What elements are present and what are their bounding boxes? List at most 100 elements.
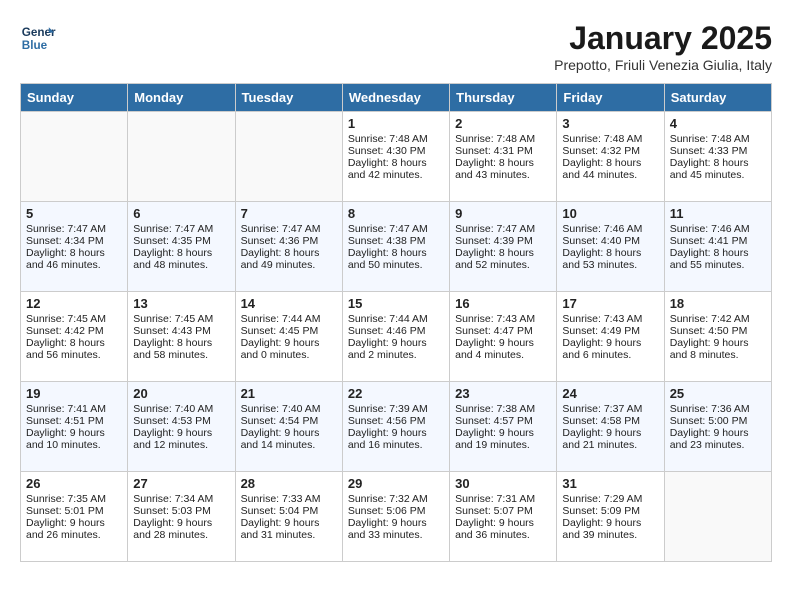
calendar-week-4: 19 Sunrise: 7:41 AMSunset: 4:51 PM Dayligh…	[21, 382, 772, 472]
calendar-cell: 21Sunrise: 7:40 AMSunset: 4:54 PMDayligh…	[235, 382, 342, 472]
day-info: Sunrise: 7:48 AM	[455, 133, 551, 145]
calendar-cell: 3Sunrise: 7:48 AMSunset: 4:32 PMDaylight…	[557, 112, 664, 202]
day-number: 4	[670, 116, 766, 131]
calendar-cell: 31Sunrise: 7:29 AMSunset: 5:09 PMDayligh…	[557, 472, 664, 562]
location: Prepotto, Friuli Venezia Giulia, Italy	[554, 57, 772, 73]
calendar-week-5: 26Sunrise: 7:35 AMSunset: 5:01 PMDayligh…	[21, 472, 772, 562]
day-number: 8	[348, 206, 444, 221]
day-info: Sunrise: 7:48 AM	[348, 133, 444, 145]
day-info: Sunset: 4:50 PM	[670, 325, 766, 337]
calendar-cell: 24Sunrise: 7:37 AMSunset: 4:58 PMDayligh…	[557, 382, 664, 472]
day-info: Sunrise: 7:38 AM	[455, 403, 551, 415]
calendar-cell: 17Sunrise: 7:43 AMSunset: 4:49 PMDayligh…	[557, 292, 664, 382]
calendar-cell: 29Sunrise: 7:32 AMSunset: 5:06 PMDayligh…	[342, 472, 449, 562]
day-info: Daylight: 8 hours and 56 minutes.	[26, 337, 122, 361]
day-info: Sunrise: 7:31 AM	[455, 493, 551, 505]
calendar-cell: 16Sunrise: 7:43 AMSunset: 4:47 PMDayligh…	[450, 292, 557, 382]
day-info: Daylight: 8 hours and 48 minutes.	[133, 247, 229, 271]
calendar-cell: 15Sunrise: 7:44 AMSunset: 4:46 PMDayligh…	[342, 292, 449, 382]
header-row: SundayMondayTuesdayWednesdayThursdayFrid…	[21, 84, 772, 112]
calendar-cell: 5Sunrise: 7:47 AMSunset: 4:34 PMDaylight…	[21, 202, 128, 292]
day-info: Sunrise: 7:32 AM	[348, 493, 444, 505]
day-info: Sunrise: 7:42 AM	[670, 313, 766, 325]
day-info: Sunrise: 7:37 AM	[562, 403, 658, 415]
calendar-cell: 1Sunrise: 7:48 AMSunset: 4:30 PMDaylight…	[342, 112, 449, 202]
header-cell-sunday: Sunday	[21, 84, 128, 112]
calendar-cell	[235, 112, 342, 202]
day-info: Sunset: 5:06 PM	[348, 505, 444, 517]
calendar-cell: 9Sunrise: 7:47 AMSunset: 4:39 PMDaylight…	[450, 202, 557, 292]
day-number: 16	[455, 296, 551, 311]
svg-text:General: General	[22, 26, 56, 39]
day-number: 11	[670, 206, 766, 221]
day-info: Sunset: 5:07 PM	[455, 505, 551, 517]
day-info: Sunset: 4:45 PM	[241, 325, 337, 337]
day-number: 12	[26, 296, 122, 311]
day-info: Sunrise: 7:39 AM	[348, 403, 444, 415]
day-info: Daylight: 9 hours and 19 minutes.	[455, 427, 551, 451]
day-info: Sunrise: 7:47 AM	[455, 223, 551, 235]
day-info: Sunrise: 7:45 AM	[26, 313, 122, 325]
day-info: Sunset: 4:46 PM	[348, 325, 444, 337]
title-block: January 2025 Prepotto, Friuli Venezia Gi…	[554, 20, 772, 73]
day-info: Sunset: 5:01 PM	[26, 505, 122, 517]
day-info: Sunset: 4:47 PM	[455, 325, 551, 337]
day-info: Sunrise: 7:29 AM	[562, 493, 658, 505]
day-number: 1	[348, 116, 444, 131]
header-cell-wednesday: Wednesday	[342, 84, 449, 112]
day-number: 9	[455, 206, 551, 221]
day-info: Sunset: 4:51 PM	[26, 415, 122, 427]
logo-icon: General Blue	[20, 20, 56, 56]
day-info: Daylight: 9 hours and 0 minutes.	[241, 337, 337, 361]
day-number: 30	[455, 476, 551, 491]
day-info: Daylight: 9 hours and 23 minutes.	[670, 427, 766, 451]
day-info: Sunset: 4:33 PM	[670, 145, 766, 157]
day-number: 25	[670, 386, 766, 401]
calendar-cell: 11Sunrise: 7:46 AMSunset: 4:41 PMDayligh…	[664, 202, 771, 292]
day-info: Sunset: 4:43 PM	[133, 325, 229, 337]
day-info: Daylight: 8 hours and 55 minutes.	[670, 247, 766, 271]
calendar-cell: 27Sunrise: 7:34 AMSunset: 5:03 PMDayligh…	[128, 472, 235, 562]
day-number: 6	[133, 206, 229, 221]
day-number: 18	[670, 296, 766, 311]
calendar-cell: 4Sunrise: 7:48 AMSunset: 4:33 PMDaylight…	[664, 112, 771, 202]
day-number: 29	[348, 476, 444, 491]
calendar-cell: 6Sunrise: 7:47 AMSunset: 4:35 PMDaylight…	[128, 202, 235, 292]
day-info: Daylight: 9 hours and 21 minutes.	[562, 427, 658, 451]
day-info: Sunrise: 7:47 AM	[26, 223, 122, 235]
day-info: Daylight: 9 hours and 4 minutes.	[455, 337, 551, 361]
calendar-cell: 13Sunrise: 7:45 AMSunset: 4:43 PMDayligh…	[128, 292, 235, 382]
day-number: 21	[241, 386, 337, 401]
day-info: Daylight: 9 hours and 36 minutes.	[455, 517, 551, 541]
header-cell-thursday: Thursday	[450, 84, 557, 112]
day-info: Sunset: 4:53 PM	[133, 415, 229, 427]
day-number: 7	[241, 206, 337, 221]
day-info: Daylight: 8 hours and 50 minutes.	[348, 247, 444, 271]
day-info: Sunset: 4:34 PM	[26, 235, 122, 247]
day-info: Sunrise: 7:41 AM	[26, 403, 122, 415]
calendar-cell: 25Sunrise: 7:36 AMSunset: 5:00 PMDayligh…	[664, 382, 771, 472]
calendar-week-3: 12Sunrise: 7:45 AMSunset: 4:42 PMDayligh…	[21, 292, 772, 382]
calendar-cell: 10Sunrise: 7:46 AMSunset: 4:40 PMDayligh…	[557, 202, 664, 292]
day-number: 26	[26, 476, 122, 491]
calendar-cell: 2Sunrise: 7:48 AMSunset: 4:31 PMDaylight…	[450, 112, 557, 202]
day-info: Daylight: 9 hours and 8 minutes.	[670, 337, 766, 361]
day-info: Sunset: 5:03 PM	[133, 505, 229, 517]
day-number: 31	[562, 476, 658, 491]
calendar-header: SundayMondayTuesdayWednesdayThursdayFrid…	[21, 84, 772, 112]
calendar-body: 1Sunrise: 7:48 AMSunset: 4:30 PMDaylight…	[21, 112, 772, 562]
day-info: Daylight: 8 hours and 45 minutes.	[670, 157, 766, 181]
calendar-cell: 12Sunrise: 7:45 AMSunset: 4:42 PMDayligh…	[21, 292, 128, 382]
calendar-cell: 20Sunrise: 7:40 AMSunset: 4:53 PMDayligh…	[128, 382, 235, 472]
day-info: Daylight: 9 hours and 28 minutes.	[133, 517, 229, 541]
calendar-cell: 7Sunrise: 7:47 AMSunset: 4:36 PMDaylight…	[235, 202, 342, 292]
day-info: Daylight: 9 hours and 16 minutes.	[348, 427, 444, 451]
day-info: Sunrise: 7:44 AM	[241, 313, 337, 325]
day-info: Daylight: 8 hours and 46 minutes.	[26, 247, 122, 271]
day-info: Daylight: 8 hours and 52 minutes.	[455, 247, 551, 271]
day-info: Sunset: 5:00 PM	[670, 415, 766, 427]
day-info: Sunrise: 7:43 AM	[562, 313, 658, 325]
day-number: 2	[455, 116, 551, 131]
day-info: Sunset: 5:04 PM	[241, 505, 337, 517]
day-number: 19	[26, 386, 122, 401]
